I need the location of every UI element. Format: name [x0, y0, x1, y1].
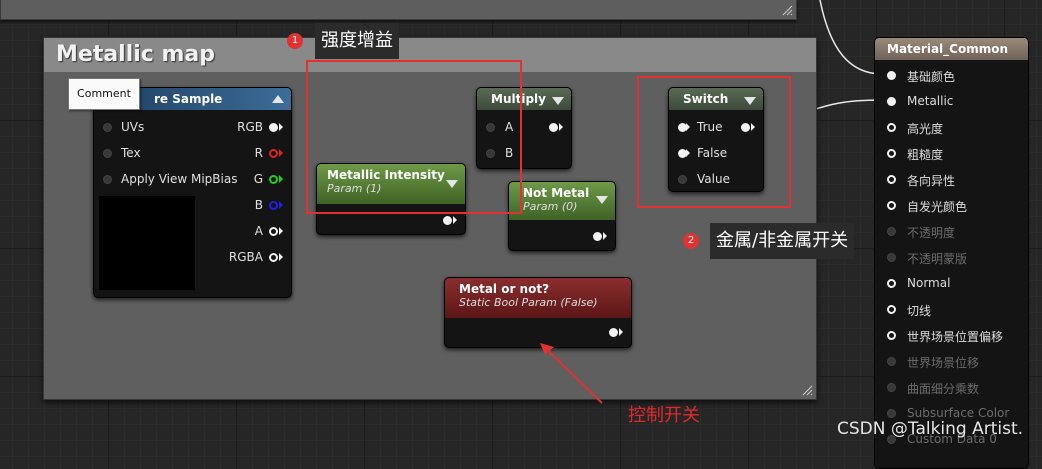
output-arrow-icon: [279, 149, 283, 157]
material-input-label: 不透明度: [907, 226, 956, 240]
material-input-label: Normal: [907, 276, 951, 290]
material-input-label: 曲面细分乘数: [907, 382, 980, 396]
material-input-label: 不透明蒙版: [907, 252, 968, 266]
annotation-label-3: 控制开关: [628, 405, 700, 426]
material-input-pin[interactable]: [887, 383, 896, 392]
output-arrow-icon: [453, 216, 457, 224]
output-arrow-icon: [619, 328, 623, 336]
mipbias-pin[interactable]: [103, 175, 112, 184]
output-arrow-icon: [279, 123, 283, 131]
a-output-label: A: [254, 224, 263, 238]
material-input-label: 高光度: [907, 122, 944, 136]
material-input-label: 各向异性: [907, 174, 956, 188]
material-input-label: 基础颜色: [907, 70, 956, 84]
annotation-badge-1: 1: [287, 33, 303, 49]
annotation-label-2: 金属/非金属开关: [710, 223, 855, 259]
material-input-label: 世界场景位置偏移: [907, 330, 1004, 344]
intensity-output-pin[interactable]: [443, 216, 452, 225]
annotation-rect-intensity: [306, 60, 522, 214]
tex-pin[interactable]: [103, 149, 112, 158]
material-input-label: 切线: [907, 304, 932, 318]
annotation-arrow-icon: [540, 343, 603, 404]
material-input-pin[interactable]: [887, 97, 896, 106]
material-input-pin[interactable]: [887, 149, 896, 158]
wire-top-to-base-color: [819, 0, 883, 75]
texture-sample-node[interactable]: re Sample UVs Tex Apply View MipBias RGB…: [93, 87, 292, 298]
material-input-label: Subsurface Color: [907, 406, 1010, 420]
not-metal-node[interactable]: Not Metal Param (0): [508, 181, 616, 251]
g-output-pin[interactable]: [269, 175, 278, 184]
material-input-label: Metallic: [907, 94, 954, 108]
material-input-label: 粗糙度: [907, 148, 944, 162]
output-arrow-icon: [279, 227, 283, 235]
material-input-pin[interactable]: [887, 409, 896, 418]
material-result-node[interactable]: Material_Common 基础颜色 Metallic 高光度粗糙度各向异性自发…: [874, 37, 1029, 469]
b-output-pin[interactable]: [269, 201, 278, 210]
g-output-label: G: [253, 172, 263, 186]
material-input-pin[interactable]: [887, 71, 896, 80]
uvs-label: UVs: [121, 120, 145, 134]
output-arrow-icon: [279, 253, 283, 261]
r-output-label: R: [254, 146, 263, 160]
collapse-arrow-icon[interactable]: [596, 196, 608, 204]
material-input-label: 世界场景位移: [907, 356, 980, 370]
material-input-pin[interactable]: [887, 331, 896, 340]
a-output-pin[interactable]: [269, 227, 278, 236]
material-input-label: 自发光颜色: [907, 200, 968, 214]
material-input-pin[interactable]: [887, 357, 896, 366]
mipbias-label: Apply View MipBias: [121, 172, 238, 186]
b-output-label: B: [254, 198, 263, 212]
static-bool-title: Metal or not?: [459, 282, 550, 296]
collapse-arrow-icon[interactable]: [272, 95, 284, 103]
comment-title: Metallic map: [56, 42, 216, 67]
output-arrow-icon: [279, 201, 283, 209]
output-arrow-icon: [603, 232, 607, 240]
material-input-pin[interactable]: [887, 305, 896, 314]
material-title: Material_Common: [875, 38, 1028, 60]
resize-grip-icon[interactable]: [802, 385, 813, 396]
not-metal-header[interactable]: Not Metal Param (0): [509, 182, 615, 220]
texture-preview: [99, 196, 195, 290]
watermark: CSDN @Talking Artist.: [837, 419, 1024, 439]
material-input-pin[interactable]: [887, 227, 896, 236]
material-input-pin[interactable]: [887, 253, 896, 262]
rgb-output-pin[interactable]: [269, 123, 278, 132]
material-input-pin[interactable]: [887, 279, 896, 288]
material-input-pin[interactable]: [887, 123, 896, 132]
static-bool-subtitle: Static Bool Param (False): [459, 296, 598, 309]
r-output-pin[interactable]: [269, 149, 278, 158]
static-bool-output-pin[interactable]: [609, 328, 618, 337]
rgba-output-pin[interactable]: [269, 253, 278, 262]
comment-tooltip: Comment: [68, 78, 140, 110]
not-metal-output-pin[interactable]: [593, 232, 602, 241]
output-arrow-icon: [279, 175, 283, 183]
uvs-pin[interactable]: [103, 123, 112, 132]
rgb-output-label: RGB: [237, 120, 263, 134]
tex-label: Tex: [121, 146, 141, 160]
static-bool-header[interactable]: Metal or not? Static Bool Param (False): [445, 278, 631, 318]
annotation-rect-switch: [637, 76, 791, 208]
collapse-arrow-icon[interactable]: [552, 97, 564, 105]
material-input-pin[interactable]: [887, 201, 896, 210]
material-input-pin[interactable]: [887, 175, 896, 184]
multiply-output-pin[interactable]: [549, 123, 558, 132]
rgba-output-label: RGBA: [228, 250, 263, 264]
annotation-label-1: 强度增益: [315, 23, 399, 59]
output-arrow-icon: [559, 123, 563, 131]
texture-sample-title: re Sample: [154, 92, 223, 106]
annotation-badge-2: 2: [683, 233, 699, 249]
